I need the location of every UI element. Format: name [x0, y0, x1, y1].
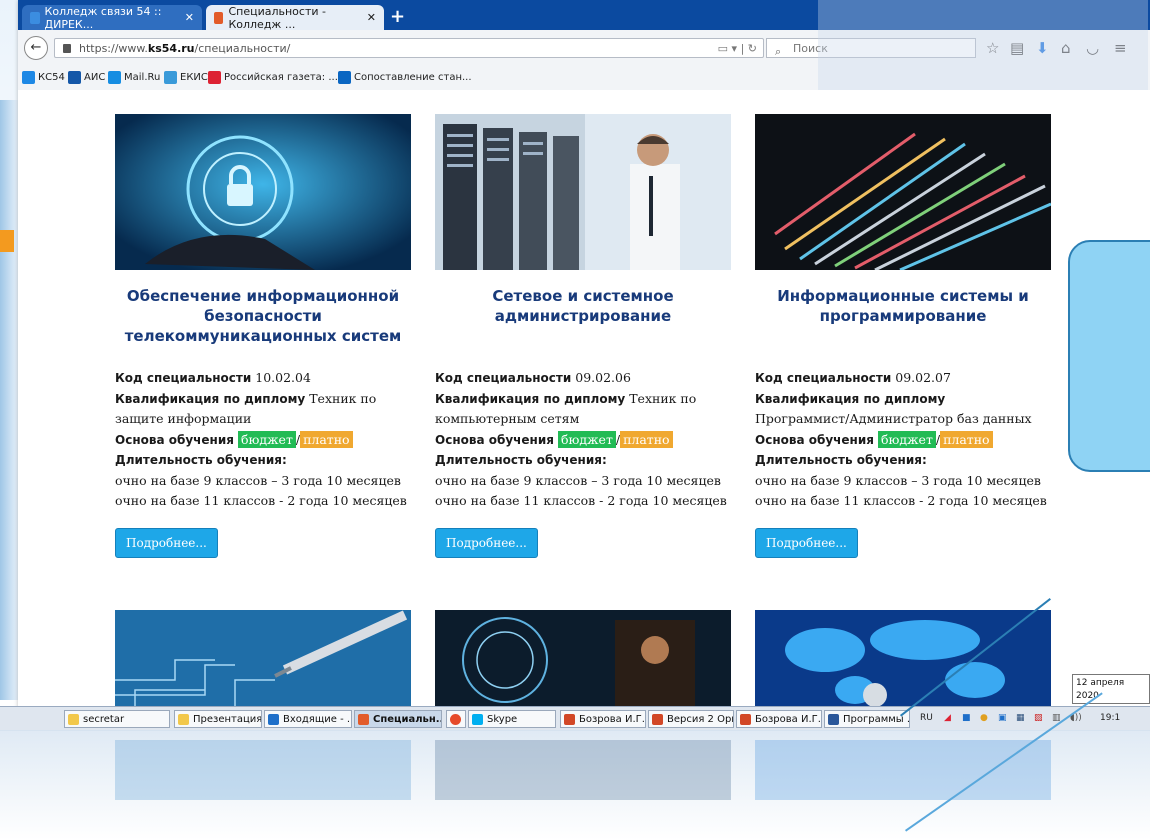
tray-flag-icon[interactable]: ◢: [944, 713, 951, 723]
tray-outlook-icon[interactable]: ■: [962, 713, 971, 723]
url-host: ks54.ru: [147, 42, 195, 55]
code-image: [755, 114, 1052, 272]
paid-badge: платно: [300, 430, 353, 448]
tray-monitor-icon[interactable]: ▣: [998, 713, 1007, 723]
taskbar-item-skype[interactable]: Skype: [468, 710, 556, 728]
bookmark-ks54[interactable]: КС54: [22, 71, 65, 84]
paid-badge: платно: [620, 430, 673, 448]
specialty-title: Сетевое и системное администрирование: [492, 287, 674, 325]
tray-network-icon[interactable]: ▦: [1016, 713, 1025, 723]
taskbar-item-bozrova-2[interactable]: Бозрова И.Г. ...: [736, 710, 822, 728]
language-indicator[interactable]: RU: [920, 713, 933, 723]
more-button[interactable]: Подробнее...: [435, 527, 538, 558]
tab-college-director[interactable]: Колледж связи 54 :: ДИРЕК... ✕: [22, 4, 202, 31]
budget-badge: бюджет: [877, 430, 936, 448]
tab-specialties[interactable]: Специальности - Колледж ... ✕: [206, 4, 384, 31]
left-orange-marker: [0, 230, 14, 252]
browser-window: Колледж связи 54 :: ДИРЕК... ✕ Специальн…: [18, 0, 1150, 712]
left-edge-decoration: [0, 100, 18, 700]
budget-badge: бюджет: [237, 430, 296, 448]
world-map-image: [755, 610, 1051, 710]
college-favicon-icon: [214, 11, 224, 24]
datacenter-image: [435, 610, 731, 710]
close-icon[interactable]: ✕: [179, 11, 194, 24]
taskbar-item-version2[interactable]: Версия 2 Орг...: [648, 710, 734, 728]
callout-bubble: [1068, 240, 1150, 472]
tray-alert-icon[interactable]: ▨: [1034, 713, 1043, 723]
budget-badge: бюджет: [557, 430, 616, 448]
bookmark-mailru[interactable]: Mail.Ru: [108, 71, 160, 84]
more-button[interactable]: Подробнее...: [115, 527, 218, 558]
reader-view-icon[interactable]: ▭ ▾ | ↻: [718, 39, 757, 59]
bookmark-rg[interactable]: Российская газета: ...: [208, 71, 338, 84]
specialty-card: Сетевое и системное администрирование Ко…: [435, 114, 731, 558]
specialty-info: Код специальности 09.02.06 Квалификация …: [435, 370, 727, 508]
new-tab-icon[interactable]: +: [390, 6, 405, 27]
close-icon[interactable]: ✕: [361, 11, 376, 24]
specialty-card: Обеспечение информационной безопасности …: [115, 114, 411, 558]
taskbar-reflection: [0, 730, 1150, 840]
taskbar-item-programs[interactable]: Программы ...: [824, 710, 910, 728]
taskbar-item-bozrova-1[interactable]: Бозрова И.Г. ...: [560, 710, 646, 728]
address-bar[interactable]: https://www.ks54.ru/специальности/ ▭ ▾ |…: [54, 38, 764, 58]
bookmark-ekis[interactable]: ЕКИС: [164, 71, 208, 84]
security-image: [115, 114, 411, 270]
taskbar-item-presentation[interactable]: Презентация...: [174, 710, 262, 728]
url-path: /специальности/: [194, 42, 291, 55]
taskbar: secretar Презентация... Входящие - ... С…: [0, 706, 1150, 731]
url-prefix: https://www.: [79, 42, 148, 55]
bookmark-linkedin[interactable]: Сопоставление стан...: [338, 71, 472, 84]
tab-label: Колледж связи 54 :: ДИРЕК...: [44, 4, 162, 31]
specialty-info: Код специальности 09.02.07 Квалификация …: [755, 370, 1047, 508]
page-content: Обеспечение информационной безопасности …: [18, 90, 1150, 710]
taskbar-item-inbox[interactable]: Входящие - ...: [264, 710, 352, 728]
lock-icon: [63, 44, 71, 53]
electronics-image: [115, 610, 411, 710]
taskbar-item-specialties[interactable]: Специальн...: [354, 710, 442, 728]
tab-label: Специальности - Колледж ...: [228, 4, 326, 31]
specialty-title: Информационные системы и программировани…: [777, 287, 1029, 325]
taskbar-item-secretar[interactable]: secretar: [64, 710, 170, 728]
paid-badge: платно: [940, 430, 993, 448]
tray-app-icon[interactable]: ●: [980, 713, 988, 723]
back-button[interactable]: ←: [24, 36, 48, 60]
college-favicon-icon: [30, 11, 40, 24]
bookmark-ais[interactable]: АИС: [68, 71, 105, 84]
specialty-card: Информационные системы и программировани…: [755, 114, 1052, 558]
clock[interactable]: 19:1: [1100, 713, 1120, 723]
search-icon: ⌕: [775, 45, 782, 58]
server-room-image: [435, 114, 731, 270]
specialty-title: Обеспечение информационной безопасности …: [124, 287, 402, 345]
more-button[interactable]: Подробнее...: [755, 527, 858, 558]
taskbar-item-chrome[interactable]: [446, 710, 466, 728]
specialty-info: Код специальности 10.02.04 Квалификация …: [115, 370, 407, 508]
date-tooltip: 12 апреля 2020 воскресенье: [1072, 674, 1150, 714]
